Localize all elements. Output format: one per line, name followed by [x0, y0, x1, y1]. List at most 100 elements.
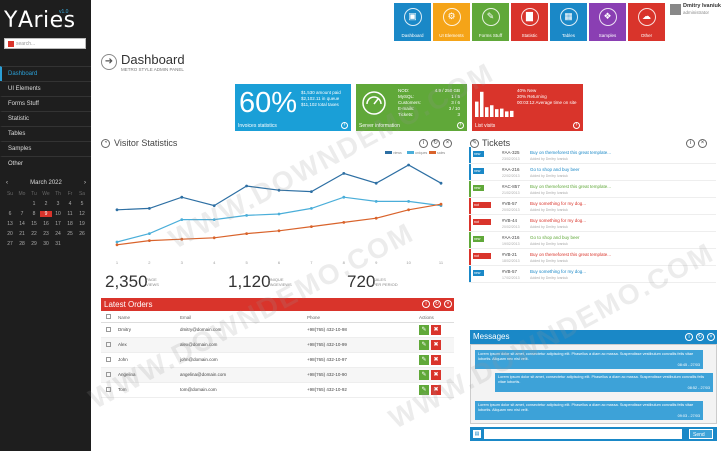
- info-icon[interactable]: i: [422, 300, 430, 308]
- calendar-day[interactable]: 30: [40, 241, 52, 247]
- close-icon[interactable]: ×: [707, 333, 715, 341]
- info-icon[interactable]: i: [685, 333, 693, 341]
- calendar-day[interactable]: 29: [28, 241, 40, 247]
- search-input[interactable]: search...: [4, 38, 86, 49]
- calendar-day[interactable]: 8: [28, 211, 40, 217]
- calendar-day[interactable]: 17: [52, 221, 64, 227]
- calendar-day[interactable]: 13: [4, 221, 16, 227]
- calendar-day[interactable]: 16: [40, 221, 52, 227]
- calendar-day[interactable]: 15: [28, 221, 40, 227]
- calendar-day[interactable]: 7: [16, 211, 28, 217]
- tile-samples[interactable]: ❖ Samples: [589, 3, 626, 41]
- delete-icon[interactable]: ✖: [431, 354, 441, 365]
- refresh-icon[interactable]: ↻: [696, 333, 704, 341]
- data-point[interactable]: [148, 239, 151, 242]
- data-point[interactable]: [148, 207, 151, 210]
- data-point[interactable]: [407, 200, 410, 203]
- data-point[interactable]: [342, 195, 346, 199]
- data-point[interactable]: [407, 163, 410, 167]
- data-point[interactable]: [439, 181, 443, 185]
- sidebar-item-samples[interactable]: Samples: [0, 141, 91, 156]
- data-point[interactable]: [180, 195, 184, 199]
- data-point[interactable]: [342, 172, 346, 175]
- data-point[interactable]: [115, 240, 119, 244]
- data-point[interactable]: [310, 190, 313, 193]
- message-input[interactable]: [484, 429, 682, 439]
- visits-more-icon[interactable]: ›: [573, 122, 580, 129]
- ticket-title[interactable]: Buy something for my dog...: [530, 218, 586, 223]
- calendar-day[interactable]: 23: [40, 231, 52, 237]
- info-icon[interactable]: i: [419, 139, 428, 148]
- sidebar-item-forms-stuff[interactable]: Forms Stuff: [0, 96, 91, 111]
- tile-statistic[interactable]: ▇ Statistic: [511, 3, 548, 41]
- calendar-day[interactable]: 12: [76, 211, 88, 217]
- tile-ui-elements[interactable]: ⚙ UI Elements: [433, 3, 470, 41]
- calendar-day[interactable]: 28: [16, 241, 28, 247]
- calendar-day[interactable]: 27: [4, 241, 16, 247]
- back-arrow-icon[interactable]: ➜: [101, 54, 117, 70]
- calendar-day[interactable]: 31: [52, 241, 64, 247]
- row-checkbox[interactable]: [106, 326, 111, 332]
- calendar-day[interactable]: 20: [4, 231, 16, 237]
- data-point[interactable]: [439, 202, 443, 206]
- column-header[interactable]: Name: [118, 313, 180, 323]
- ticket-row[interactable]: new #AA-216 22/02/2013 Go to shop and buy b…: [469, 164, 716, 181]
- tile-tables[interactable]: ▦ Tables: [550, 3, 587, 41]
- data-point[interactable]: [115, 243, 119, 247]
- tile-dashboard[interactable]: ▣ Dashboard: [394, 3, 431, 41]
- calendar-next-icon[interactable]: ›: [84, 180, 86, 186]
- calendar-day[interactable]: 24: [52, 231, 64, 237]
- calendar-day[interactable]: 9: [40, 211, 52, 217]
- data-point[interactable]: [115, 208, 119, 212]
- ticket-title[interactable]: Buy on themeforest this great template..…: [530, 252, 611, 257]
- calendar-day[interactable]: 21: [16, 231, 28, 237]
- close-icon[interactable]: ×: [443, 139, 452, 148]
- ticket-title[interactable]: Buy something for my dog...: [530, 201, 586, 206]
- ticket-row[interactable]: new #AA-216 19/02/2013 Go to shop and buy b…: [469, 232, 716, 249]
- data-point[interactable]: [374, 181, 378, 185]
- ticket-title[interactable]: Go to shop and buy beer: [530, 235, 580, 240]
- ticket-title[interactable]: Buy on themeforest this great template..…: [530, 184, 611, 189]
- ticket-title[interactable]: Buy on themeforest this great template..…: [530, 150, 611, 155]
- select-all-checkbox[interactable]: [106, 314, 111, 320]
- data-point[interactable]: [342, 221, 346, 224]
- attach-icon[interactable]: ▤: [473, 430, 481, 438]
- data-point[interactable]: [277, 212, 281, 216]
- invoices-more-icon[interactable]: ›: [341, 122, 348, 129]
- server-more-icon[interactable]: ›: [457, 122, 464, 129]
- tile-other[interactable]: ☁ Other: [628, 3, 665, 41]
- calendar-day[interactable]: 11: [64, 211, 76, 217]
- delete-icon[interactable]: ✖: [431, 324, 441, 335]
- ticket-row[interactable]: not resolved #VB-44 20/02/2013 Buy somethin…: [469, 215, 716, 232]
- data-point[interactable]: [374, 216, 378, 220]
- data-point[interactable]: [245, 232, 249, 235]
- edit-icon[interactable]: ✎: [419, 324, 429, 335]
- calendar-day[interactable]: 6: [4, 211, 16, 217]
- sidebar-item-dashboard[interactable]: Dashboard: [0, 66, 91, 81]
- row-checkbox[interactable]: [106, 356, 111, 362]
- calendar-day[interactable]: 18: [64, 221, 76, 227]
- calendar-day[interactable]: 22: [28, 231, 40, 237]
- calendar-day[interactable]: 10: [52, 211, 64, 217]
- calendar-day[interactable]: 5: [76, 201, 88, 207]
- refresh-icon[interactable]: ↻: [433, 300, 441, 308]
- sidebar-item-tables[interactable]: Tables: [0, 126, 91, 141]
- delete-icon[interactable]: ✖: [431, 339, 441, 350]
- calendar-day[interactable]: 4: [64, 201, 76, 207]
- ticket-row[interactable]: not resolved #VB-57 20/02/2013 Buy somethin…: [469, 198, 716, 215]
- sidebar-item-other[interactable]: Other: [0, 156, 91, 171]
- ticket-title[interactable]: Buy something for my dog...: [530, 269, 586, 274]
- calendar-day[interactable]: 2: [40, 201, 52, 207]
- close-icon[interactable]: ×: [444, 300, 452, 308]
- ticket-row[interactable]: new #AA-325 23/02/2013 Buy on themeforest t…: [469, 147, 716, 164]
- edit-icon[interactable]: ✎: [419, 339, 429, 350]
- tile-forms-stuff[interactable]: ✎ Forms Stuff: [472, 3, 509, 41]
- sidebar-item-ui-elements[interactable]: UI Elements: [0, 81, 91, 96]
- ticket-row[interactable]: new #AC-857 21/02/2013 Buy on themeforest t…: [469, 181, 716, 198]
- data-point[interactable]: [310, 207, 313, 210]
- data-point[interactable]: [277, 229, 281, 233]
- edit-icon[interactable]: ✎: [419, 369, 429, 380]
- calendar-day[interactable]: 14: [16, 221, 28, 227]
- row-checkbox[interactable]: [106, 341, 111, 347]
- calendar-day[interactable]: 19: [76, 221, 88, 227]
